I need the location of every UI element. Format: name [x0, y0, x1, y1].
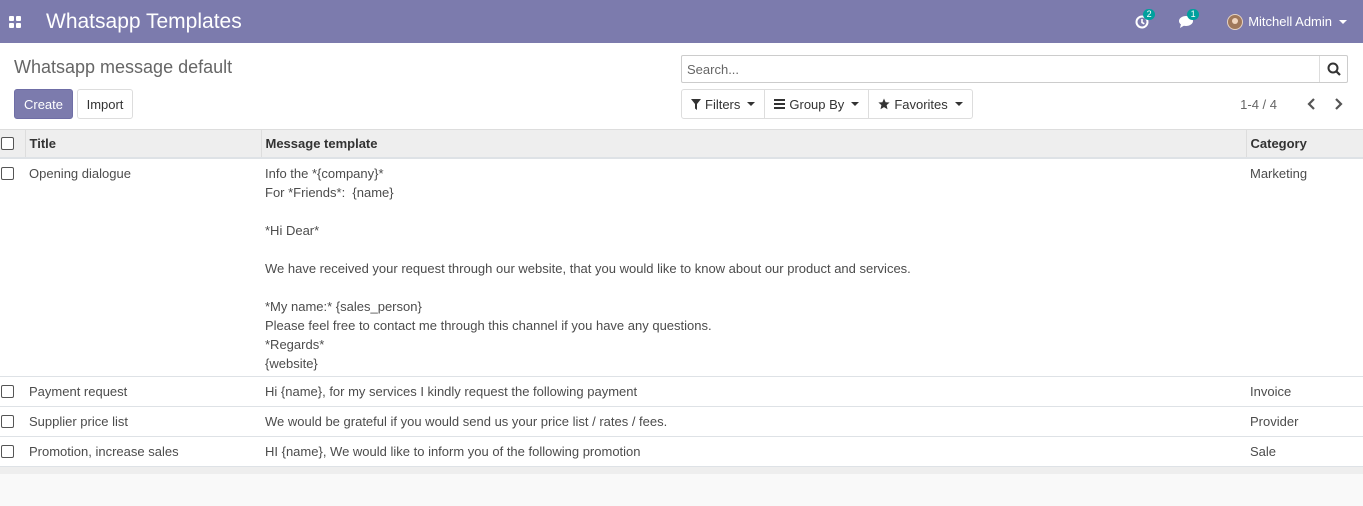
- chevron-down-icon: [747, 102, 756, 106]
- row-checkbox[interactable]: [1, 385, 14, 398]
- table-row[interactable]: Promotion, increase sales HI {name}, We w…: [0, 437, 1363, 467]
- list-icon: [774, 99, 786, 109]
- column-header-message[interactable]: Message template: [260, 130, 1246, 159]
- list-view: Title Message template Category Opening …: [0, 130, 1363, 474]
- messages-badge: 1: [1187, 8, 1200, 20]
- control-panel: Whatsapp message default Create Import F…: [0, 43, 1363, 130]
- message-line: We have received your request through ou…: [265, 261, 911, 276]
- search-bar: [681, 55, 1348, 83]
- cell-title[interactable]: Payment request: [25, 377, 261, 407]
- group-by-button[interactable]: Group By: [764, 90, 868, 118]
- chevron-down-icon: [954, 102, 963, 106]
- row-select-cell: [0, 437, 25, 467]
- cell-title[interactable]: Supplier price list: [25, 407, 261, 437]
- top-navbar: Whatsapp Templates 2 1 Mitchell Admin: [0, 0, 1363, 43]
- cell-category[interactable]: Marketing: [1246, 158, 1363, 377]
- activity-icon[interactable]: 2: [1131, 8, 1156, 32]
- message-line: [265, 202, 1242, 221]
- message-line: Info the *{company}*: [265, 166, 384, 181]
- row-checkbox[interactable]: [1, 167, 14, 180]
- row-checkbox[interactable]: [1, 415, 14, 428]
- import-button[interactable]: Import: [77, 89, 133, 119]
- row-checkbox[interactable]: [1, 445, 14, 458]
- filters-label: Filters: [705, 96, 741, 112]
- table-header: Title Message template Category: [0, 130, 1363, 159]
- search-input[interactable]: [682, 56, 1319, 82]
- column-header-category[interactable]: Category: [1245, 130, 1363, 159]
- chevron-right-icon[interactable]: [1331, 96, 1345, 112]
- select-all-cell: [0, 130, 25, 159]
- create-button[interactable]: Create: [14, 89, 73, 119]
- message-line: For *Friends*: {name}: [265, 185, 394, 200]
- templates-table: Title Message template Category Opening …: [0, 130, 1363, 467]
- breadcrumb: Whatsapp message default: [14, 57, 233, 77]
- filter-icon: [691, 98, 701, 110]
- table-row[interactable]: Supplier price list We would be grateful …: [0, 407, 1363, 437]
- message-line: Hi {name}, for my services I kindly requ…: [265, 384, 638, 399]
- message-line: *Hi Dear*: [265, 223, 320, 238]
- avatar: [1227, 13, 1244, 30]
- cell-message-template[interactable]: Info the *{company}* For *Friends*: {name…: [261, 158, 1246, 377]
- cell-message-template[interactable]: We would be grateful if you would send u…: [261, 407, 1246, 437]
- app-title[interactable]: Whatsapp Templates: [46, 10, 242, 34]
- cell-category[interactable]: Invoice: [1246, 377, 1363, 407]
- favorites-label: Favorites: [894, 96, 948, 112]
- row-select-cell: [0, 158, 25, 377]
- column-header-title[interactable]: Title: [24, 130, 261, 159]
- filters-button[interactable]: Filters: [682, 90, 764, 118]
- message-line: We would be grateful if you would send u…: [265, 414, 668, 429]
- cell-category[interactable]: Provider: [1246, 407, 1363, 437]
- message-line: {website}: [265, 356, 318, 371]
- user-menu[interactable]: Mitchell Admin: [1227, 13, 1347, 30]
- cell-message-template[interactable]: HI {name}, We would like to inform you o…: [261, 437, 1246, 467]
- message-line: HI {name}, We would like to inform you o…: [265, 444, 641, 459]
- table-footer: [0, 467, 1363, 474]
- row-select-cell: [0, 407, 25, 437]
- select-all-checkbox[interactable]: [1, 136, 14, 150]
- table-row[interactable]: Opening dialogue Info the *{company}* For …: [0, 158, 1363, 377]
- row-select-cell: [0, 377, 25, 407]
- activity-badge: 2: [1143, 8, 1156, 20]
- chevron-left-icon[interactable]: [1304, 96, 1318, 112]
- pager-value[interactable]: 1-4 / 4: [1240, 97, 1277, 112]
- cell-category[interactable]: Sale: [1246, 437, 1363, 467]
- message-line: *My name:* {sales_person}: [265, 299, 422, 314]
- message-line: [265, 278, 1242, 297]
- cell-title[interactable]: Opening dialogue: [25, 158, 261, 377]
- apps-menu-icon[interactable]: [9, 15, 21, 28]
- favorites-button[interactable]: Favorites: [868, 90, 971, 118]
- message-line: [265, 240, 1242, 259]
- cell-title[interactable]: Promotion, increase sales: [25, 437, 261, 467]
- group-by-label: Group By: [789, 96, 845, 112]
- message-line: *Regards*: [265, 337, 325, 352]
- chevron-down-icon: [851, 102, 860, 106]
- messages-icon[interactable]: 1: [1175, 8, 1200, 32]
- search-options: Filters Group By Favorites: [681, 89, 973, 119]
- message-line: Please feel free to contact me through t…: [265, 318, 712, 333]
- user-name: Mitchell Admin: [1248, 14, 1332, 29]
- table-row[interactable]: Payment request Hi {name}, for my service…: [0, 377, 1363, 407]
- cell-message-template[interactable]: Hi {name}, for my services I kindly requ…: [261, 377, 1246, 407]
- pager: 1-4 / 4: [1240, 89, 1345, 119]
- search-icon[interactable]: [1319, 56, 1347, 82]
- chevron-down-icon: [1339, 19, 1347, 24]
- star-icon: [878, 98, 890, 110]
